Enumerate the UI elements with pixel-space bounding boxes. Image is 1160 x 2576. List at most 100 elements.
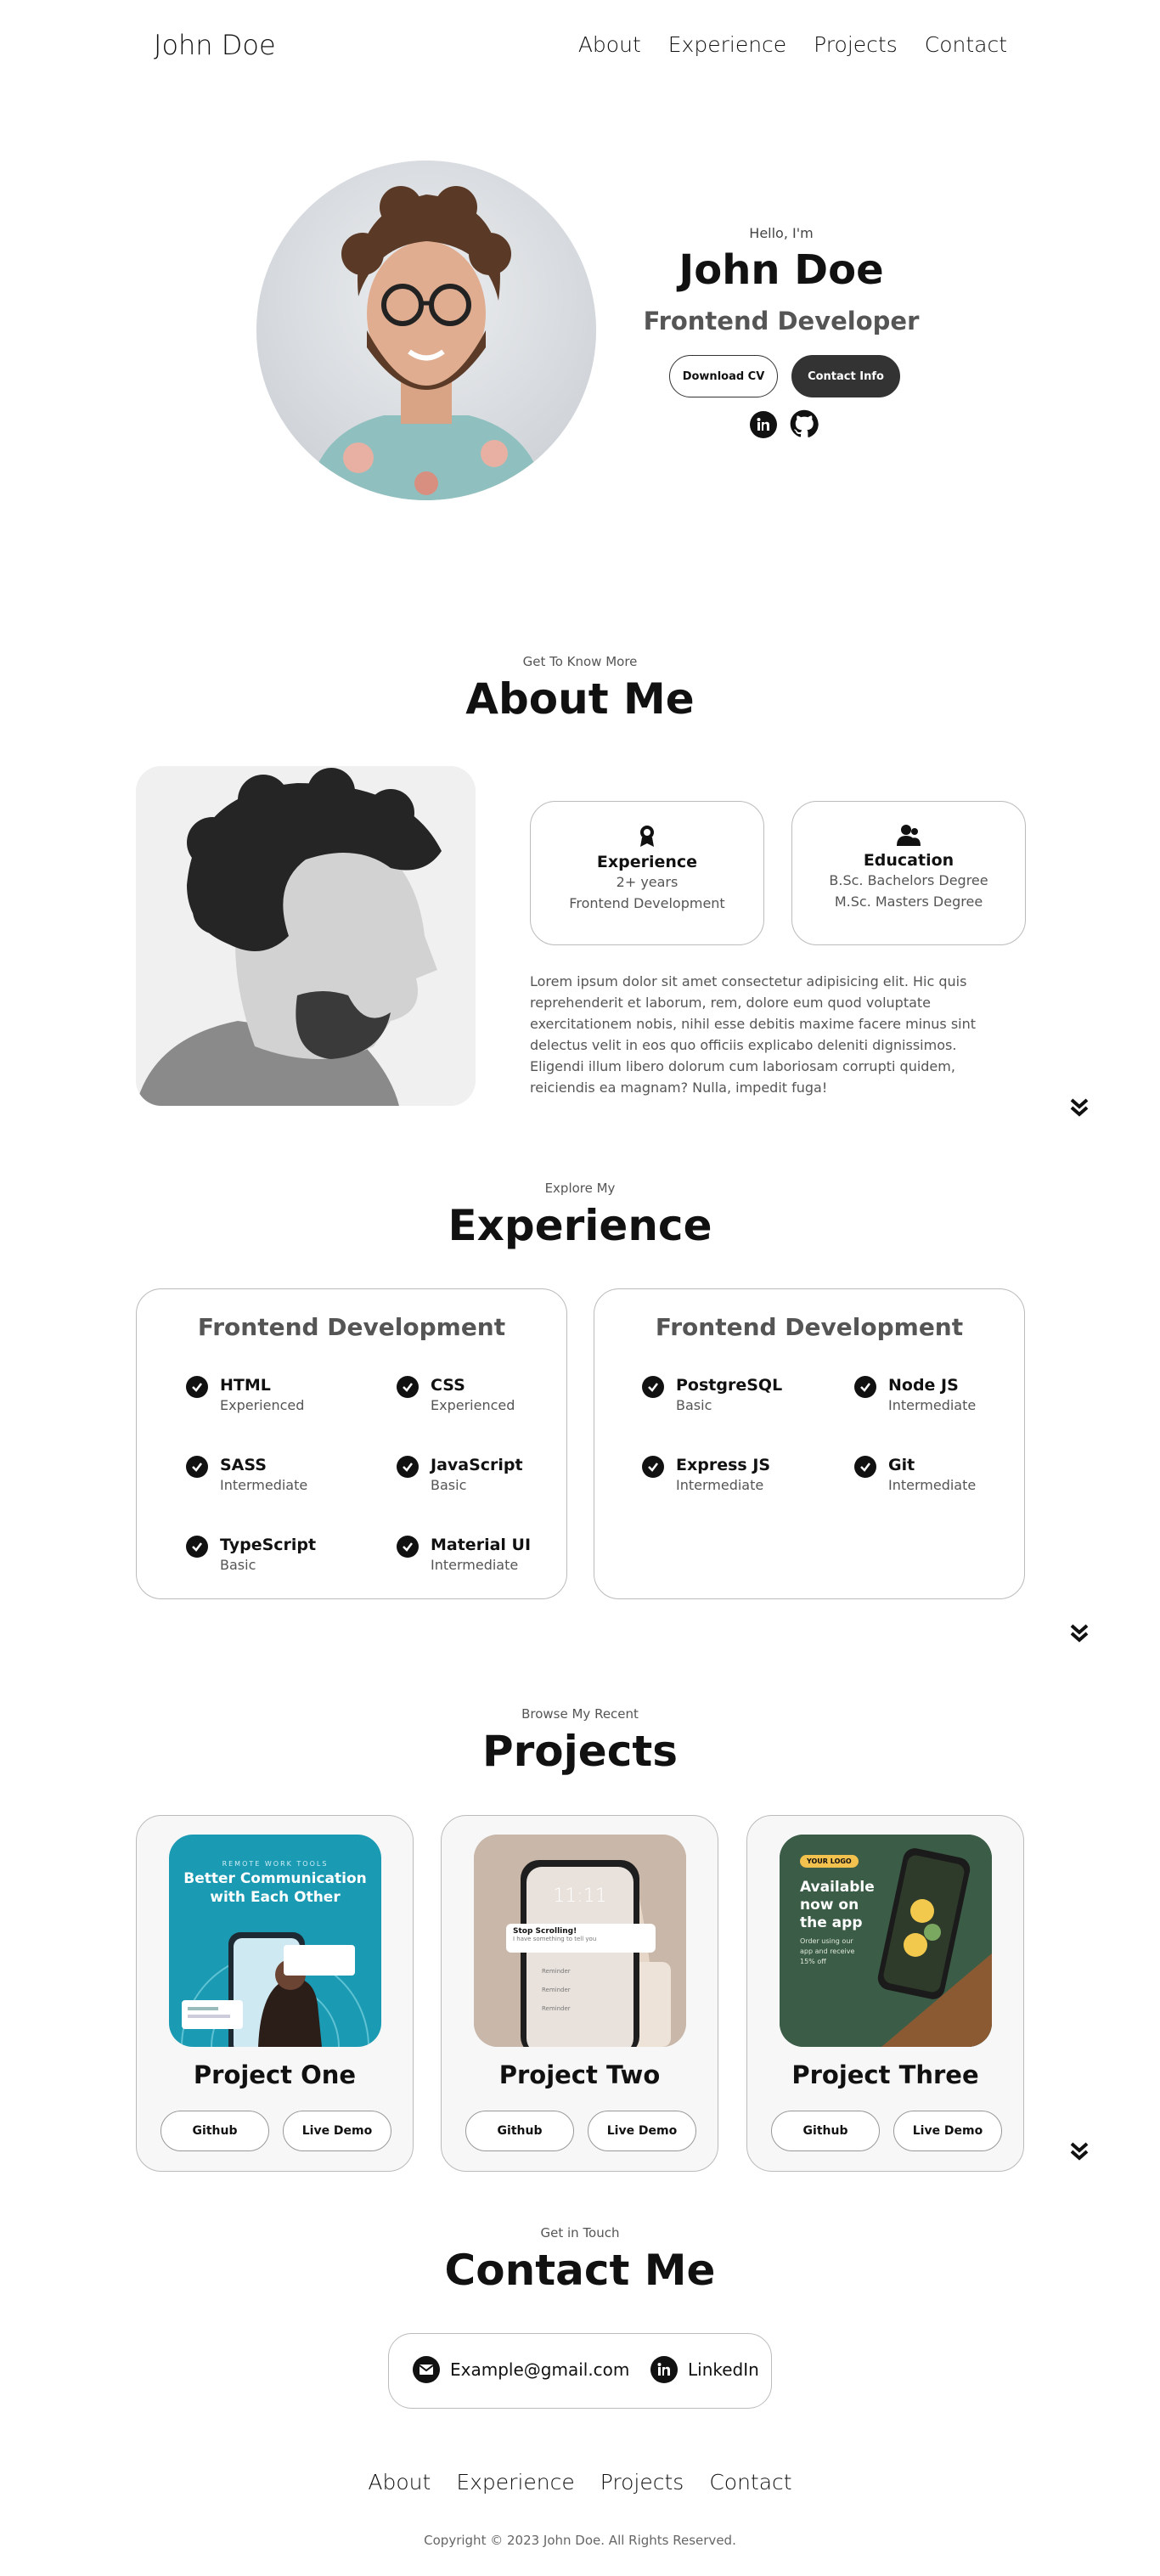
project-title: Project Three <box>791 2060 979 2089</box>
project-card: YOUR LOGO Available now on the app Order… <box>746 1815 1024 2172</box>
projects-title: Projects <box>481 1727 678 1776</box>
skill-item: JavaScript Basic <box>397 1454 523 1495</box>
contact-info-button[interactable]: Contact Info <box>791 355 900 397</box>
reminder-item: Reminder <box>542 1968 571 1975</box>
skill-item: Git Intermediate <box>854 1454 976 1495</box>
experience-card-title: Frontend Development <box>197 1313 506 1341</box>
about-title: About Me <box>465 674 695 724</box>
project-image: YOUR LOGO Available now on the app Order… <box>780 1835 992 2047</box>
experience-card-title: Frontend Development <box>655 1313 964 1341</box>
skill-item: Express JS Intermediate <box>642 1454 770 1495</box>
check-icon <box>186 1536 208 1558</box>
github-button[interactable]: Github <box>465 2111 574 2151</box>
check-icon <box>397 1456 419 1478</box>
skill-name: SASS <box>220 1456 267 1474</box>
contact-linkedin[interactable]: LinkedIn <box>650 2356 759 2383</box>
live-demo-button[interactable]: Live Demo <box>893 2111 1002 2151</box>
about-paragraph: Lorem ipsum dolor sit amet consectetur a… <box>530 973 977 1096</box>
project-title: Project One <box>193 2060 357 2089</box>
contact-title: Contact Me <box>444 2246 716 2295</box>
email-text[interactable]: Example@gmail.com <box>450 2359 629 2380</box>
chevron-double-down-icon[interactable] <box>1067 1621 1092 1646</box>
skill-item: HTML Experienced <box>186 1374 304 1415</box>
skill-level: Intermediate <box>888 1477 977 1493</box>
reminder-item: Reminder <box>542 1987 571 1993</box>
skill-item: SASS Intermediate <box>186 1454 307 1495</box>
project-image: REMOTE WORK TOOLS Better Communication w… <box>169 1835 381 2047</box>
skill-level: Experienced <box>431 1397 515 1413</box>
skill-name: PostgreSQL <box>676 1376 783 1395</box>
education-info-card: Education B.Sc. Bachelors Degree M.Sc. M… <box>791 801 1026 945</box>
live-demo-button[interactable]: Live Demo <box>283 2111 391 2151</box>
profile-photo <box>256 161 596 500</box>
skill-level: Experienced <box>220 1397 305 1413</box>
github-button[interactable]: Github <box>160 2111 269 2151</box>
skill-name: Express JS <box>676 1456 771 1474</box>
education-info-line: M.Sc. Masters Degree <box>834 893 983 910</box>
footer-link-contact[interactable]: Contact <box>709 2470 791 2494</box>
chevron-double-down-icon[interactable] <box>1067 2139 1092 2164</box>
experience-info-line: 2+ years <box>616 874 679 890</box>
skill-level: Basic <box>431 1477 467 1493</box>
image-headline: Available <box>800 1879 875 1896</box>
live-demo-button[interactable]: Live Demo <box>588 2111 696 2151</box>
about-photo <box>136 766 476 1106</box>
skill-name: TypeScript <box>220 1536 317 1554</box>
skill-name: CSS <box>431 1376 465 1395</box>
contact-subtitle: Get in Touch <box>540 2225 620 2241</box>
linkedin-text[interactable]: LinkedIn <box>688 2359 759 2380</box>
skill-name: HTML <box>220 1376 271 1395</box>
hero-role: Frontend Developer <box>643 307 920 335</box>
project-card: REMOTE WORK TOOLS Better Communication w… <box>136 1815 414 2172</box>
nav-link-contact[interactable]: Contact <box>925 32 1007 57</box>
image-headline: the app <box>800 1914 863 1931</box>
skill-name: Node JS <box>888 1376 959 1395</box>
footer-link-experience[interactable]: Experience <box>456 2470 574 2494</box>
contact-email[interactable]: Example@gmail.com <box>413 2356 629 2383</box>
award-icon <box>531 824 763 848</box>
about-subtitle: Get To Know More <box>522 654 638 669</box>
footer-link-about[interactable]: About <box>368 2470 431 2494</box>
hero-name: John Doe <box>679 246 884 294</box>
experience-title: Experience <box>448 1201 712 1250</box>
skill-item: Material UI Intermediate <box>397 1534 531 1575</box>
image-text: app and receive <box>800 1948 855 1955</box>
skill-item: Node JS Intermediate <box>854 1374 976 1415</box>
education-info-title: Education <box>863 851 954 870</box>
skill-item: TypeScript Basic <box>186 1534 316 1575</box>
check-icon <box>642 1456 664 1478</box>
nav-link-projects[interactable]: Projects <box>814 32 898 57</box>
skill-level: Intermediate <box>888 1397 977 1413</box>
skill-name: JavaScript <box>431 1456 523 1474</box>
linkedin-icon[interactable] <box>750 411 777 438</box>
notification-title: Stop Scrolling! <box>513 1927 577 1936</box>
project-card: 11:11 Stop Scrolling! I have something t… <box>441 1815 718 2172</box>
experience-info-title: Experience <box>596 853 698 871</box>
experience-card: Frontend Development PostgreSQL Basic Nod… <box>594 1288 1025 1599</box>
copyright-text: Copyright © 2023 John Doe. All Rights Re… <box>424 2533 736 2548</box>
email-icon <box>413 2356 440 2383</box>
phone-time: 11:11 <box>553 1885 607 1907</box>
github-icon[interactable] <box>790 409 819 438</box>
project-image: 11:11 Stop Scrolling! I have something t… <box>474 1835 686 2047</box>
check-icon <box>397 1536 419 1558</box>
image-text: 15% off <box>800 1958 826 1965</box>
check-icon <box>186 1376 208 1398</box>
download-cv-button[interactable]: Download CV <box>669 355 778 397</box>
skill-level: Intermediate <box>220 1477 308 1493</box>
site-logo[interactable]: John Doe <box>154 29 276 61</box>
education-info-line: B.Sc. Bachelors Degree <box>829 872 988 888</box>
experience-info-line: Frontend Development <box>569 895 725 911</box>
experience-card: Frontend Development HTML Experienced CSS… <box>136 1288 567 1599</box>
check-icon <box>854 1376 876 1398</box>
skill-level: Intermediate <box>676 1477 764 1493</box>
footer-link-projects[interactable]: Projects <box>600 2470 684 2494</box>
chevron-double-down-icon[interactable] <box>1067 1095 1092 1120</box>
skill-name: Git <box>888 1456 915 1474</box>
nav-link-experience[interactable]: Experience <box>668 32 786 57</box>
skill-level: Intermediate <box>431 1557 519 1573</box>
project-title: Project Two <box>498 2060 661 2089</box>
check-icon <box>397 1376 419 1398</box>
github-button[interactable]: Github <box>771 2111 880 2151</box>
nav-link-about[interactable]: About <box>578 32 641 57</box>
